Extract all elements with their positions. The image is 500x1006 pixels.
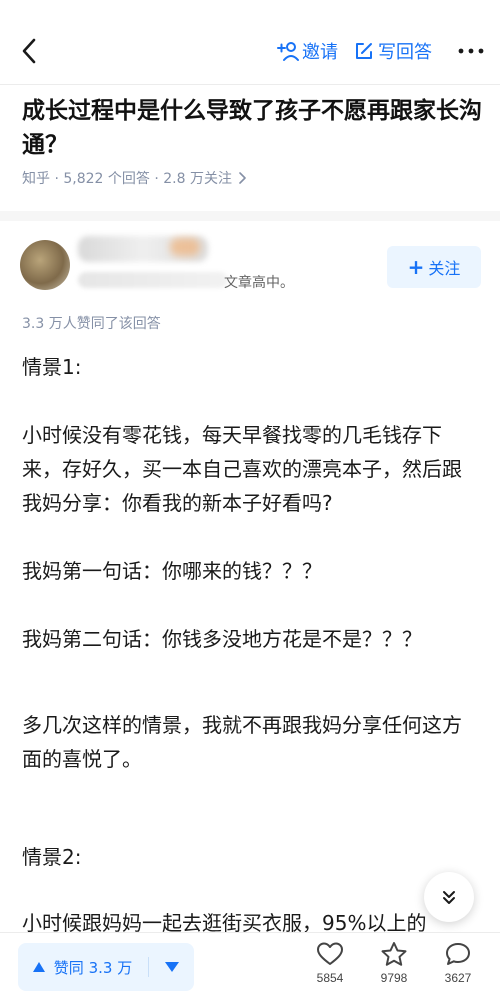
follow-button[interactable]: + 关注: [387, 246, 481, 288]
follow-label: 关注: [428, 259, 461, 278]
author-bio: 文章高中。: [224, 275, 294, 291]
question-meta-text: 知乎 · 5,822 个回答 · 2.8 万关注: [22, 171, 232, 187]
triangle-down-icon: [165, 962, 179, 972]
back-button[interactable]: [14, 34, 44, 68]
upvote-label: 赞同 3.3 万: [53, 958, 133, 977]
heart-icon: [317, 942, 343, 965]
upvote-button[interactable]: 赞同 3.3 万: [18, 943, 146, 991]
more-options-button[interactable]: [456, 36, 486, 66]
vote-divider: [148, 957, 149, 977]
discuss-count: 3627: [444, 971, 472, 985]
invite-label: 邀请: [302, 42, 338, 63]
back-arrow-icon: [22, 38, 36, 64]
answer-paragraph: 情景1:: [22, 355, 82, 379]
author-badge-blurred: [170, 238, 200, 256]
edit-pen-icon: [356, 43, 372, 59]
vote-control: 赞同 3.3 万: [18, 943, 194, 991]
double-chevron-down-icon: [443, 891, 455, 904]
vote-summary: 3.3 万人赞同了该回答: [22, 316, 161, 332]
plus-icon: +: [407, 255, 425, 279]
favorites-count: 9798: [380, 971, 408, 985]
answer-paragraph: 小时候没有零花钱，每天早餐找零的几毛钱存下来，存好久，买一本自己喜欢的漂亮本子，…: [22, 423, 462, 515]
add-person-icon: [277, 42, 299, 61]
downvote-button[interactable]: [150, 943, 194, 991]
star-icon: [381, 942, 407, 966]
more-dots-icon: [458, 48, 484, 54]
favorite-button[interactable]: 9798: [369, 941, 419, 999]
answer-paragraph: 多几次这样的情景，我就不再跟我妈分享任何这方面的喜悦了。: [22, 713, 462, 771]
comments-button[interactable]: 5854: [305, 941, 355, 999]
question-meta[interactable]: 知乎 · 5,822 个回答 · 2.8 万关注: [22, 168, 246, 188]
author-bio-blurred: [78, 272, 228, 288]
write-answer-button[interactable]: 写回答: [354, 36, 432, 66]
bottom-action-bar: 赞同 3.3 万 5854 9798 3627: [0, 932, 500, 1006]
question-title[interactable]: 成长过程中是什么导致了孩子不愿再跟家长沟通？: [22, 94, 482, 162]
discuss-button[interactable]: 3627: [433, 941, 483, 999]
write-answer-label: 写回答: [378, 42, 432, 63]
scroll-next-button[interactable]: [424, 872, 474, 922]
header-divider: [0, 84, 500, 85]
top-navigation-bar: 邀请 写回答: [0, 0, 500, 84]
triangle-up-icon: [32, 962, 45, 972]
section-separator: [0, 211, 500, 221]
author-avatar[interactable]: [20, 240, 70, 290]
answer-paragraph: 情景2:: [22, 845, 82, 869]
answer-paragraph: 我妈第一句话：你哪来的钱？？？: [22, 559, 322, 583]
author-row: 文章高中。 + 关注: [20, 234, 481, 300]
invite-button[interactable]: 邀请: [276, 36, 338, 66]
chevron-right-icon: [239, 172, 246, 184]
chat-bubble-icon: [446, 943, 470, 965]
comments-count: 5854: [316, 971, 344, 985]
answer-paragraph: 我妈第二句话：你钱多没地方花是不是？？？: [22, 627, 422, 651]
